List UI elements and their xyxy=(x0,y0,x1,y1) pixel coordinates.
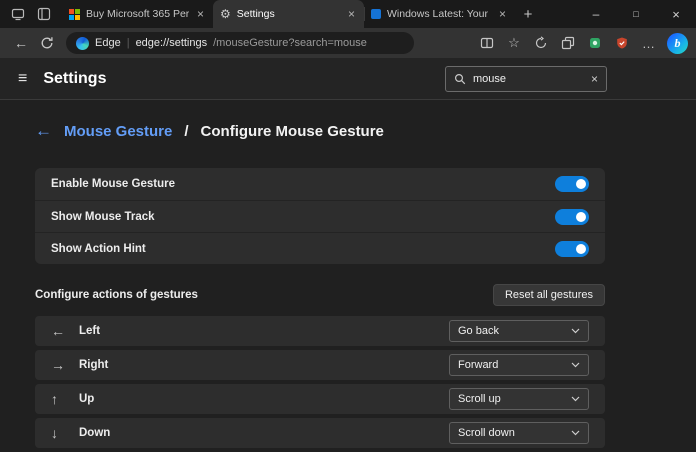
tab-label: Settings xyxy=(237,8,340,20)
gesture-actions-section-header: Configure actions of gestures Reset all … xyxy=(35,282,605,308)
chevron-down-icon xyxy=(571,430,580,436)
badge-separator: | xyxy=(127,37,130,49)
url-host: edge://settings xyxy=(136,37,208,49)
gesture-row-right: → Right Forward xyxy=(35,350,605,380)
clear-search-icon[interactable]: × xyxy=(591,72,598,86)
menu-icon[interactable]: ≡ xyxy=(18,70,27,88)
enable-mouse-gesture-toggle[interactable] xyxy=(555,176,589,192)
minimize-button[interactable]: – xyxy=(576,0,616,28)
gesture-up-action-dropdown[interactable]: Scroll up xyxy=(449,388,589,410)
dropdown-value: Forward xyxy=(458,359,498,371)
toggle-knob xyxy=(576,212,586,222)
toggle-knob xyxy=(576,244,586,254)
tab-label: Buy Microsoft 365 Personal (f xyxy=(86,8,189,20)
toggle-row-show-action-hint: Show Action Hint xyxy=(35,232,605,264)
arrow-right-icon: → xyxy=(51,357,79,373)
gesture-left-action-dropdown[interactable]: Go back xyxy=(449,320,589,342)
gesture-action-list: ← Left Go back → Right Forward ↑ Up Scro… xyxy=(35,316,640,448)
page-title: Settings xyxy=(43,70,106,88)
refresh-button[interactable] xyxy=(34,31,60,55)
tab-settings[interactable]: ⚙ Settings × xyxy=(213,0,364,28)
gesture-direction-label: Right xyxy=(79,359,108,371)
gesture-toggles-card: Enable Mouse Gesture Show Mouse Track Sh… xyxy=(35,168,605,264)
dropdown-value: Scroll down xyxy=(458,427,515,439)
gesture-direction-label: Up xyxy=(79,393,94,405)
breadcrumb: ← Mouse Gesture / Configure Mouse Gestur… xyxy=(35,120,640,142)
arrow-down-icon: ↓ xyxy=(51,425,79,441)
tab-buy-microsoft-365[interactable]: Buy Microsoft 365 Personal (f × xyxy=(62,0,213,28)
gesture-row-up: ↑ Up Scroll up xyxy=(35,384,605,414)
split-screen-icon[interactable] xyxy=(474,31,500,55)
browser-navbar: ← Edge | edge://settings/mouseGesture?se… xyxy=(0,28,696,58)
tab-close-icon[interactable]: × xyxy=(346,7,357,21)
toggle-label: Enable Mouse Gesture xyxy=(51,178,175,190)
site-badge: Edge xyxy=(95,37,121,49)
breadcrumb-parent-link[interactable]: Mouse Gesture xyxy=(64,123,172,140)
gesture-down-action-dropdown[interactable]: Scroll down xyxy=(449,422,589,444)
web-capture-icon[interactable] xyxy=(528,31,554,55)
settings-content: ← Mouse Gesture / Configure Mouse Gestur… xyxy=(0,120,640,448)
back-button[interactable]: ← xyxy=(8,31,34,55)
microsoft-logo-icon xyxy=(69,9,80,20)
more-menu-icon[interactable]: … xyxy=(636,31,662,55)
address-bar[interactable]: Edge | edge://settings/mouseGesture?sear… xyxy=(66,32,414,54)
url-path: /mouseGesture?search=mouse xyxy=(213,37,367,49)
tab-label: Windows Latest: Your Source xyxy=(387,8,491,20)
bing-copilot-icon[interactable]: b xyxy=(667,33,688,54)
breadcrumb-current: Configure Mouse Gesture xyxy=(201,123,384,140)
extension-green-icon[interactable] xyxy=(582,31,608,55)
close-button[interactable]: × xyxy=(656,0,696,28)
tab-strip: Buy Microsoft 365 Personal (f × ⚙ Settin… xyxy=(62,0,541,28)
gesture-row-left: ← Left Go back xyxy=(35,316,605,346)
toggle-label: Show Mouse Track xyxy=(51,211,155,223)
gesture-direction-label: Left xyxy=(79,325,100,337)
favorites-icon[interactable]: ☆ xyxy=(501,31,527,55)
reset-all-gestures-button[interactable]: Reset all gestures xyxy=(493,284,605,306)
breadcrumb-separator: / xyxy=(184,123,188,140)
gesture-right-action-dropdown[interactable]: Forward xyxy=(449,354,589,376)
arrow-up-icon: ↑ xyxy=(51,391,79,407)
toolbar-icons: ☆ … b xyxy=(474,31,688,55)
browser-titlebar: Buy Microsoft 365 Personal (f × ⚙ Settin… xyxy=(0,0,696,28)
arrow-left-icon: ← xyxy=(51,323,79,339)
show-action-hint-toggle[interactable] xyxy=(555,241,589,257)
window-controls: – □ × xyxy=(576,0,696,28)
titlebar-left-icons xyxy=(0,0,56,28)
gesture-row-down: ↓ Down Scroll down xyxy=(35,418,605,448)
settings-gear-icon: ⚙ xyxy=(220,7,231,21)
collections-icon[interactable] xyxy=(555,31,581,55)
tab-close-icon[interactable]: × xyxy=(497,7,508,21)
toggle-row-enable-mouse-gesture: Enable Mouse Gesture xyxy=(35,168,605,200)
edge-logo-icon xyxy=(76,37,89,50)
tab-close-icon[interactable]: × xyxy=(195,7,206,21)
search-icon xyxy=(454,73,466,85)
gesture-direction-label: Down xyxy=(79,427,110,439)
chevron-down-icon xyxy=(571,328,580,334)
settings-search-input[interactable] xyxy=(473,73,569,85)
vertical-tabs-icon[interactable] xyxy=(32,3,56,25)
dropdown-value: Scroll up xyxy=(458,393,501,405)
breadcrumb-back-icon[interactable]: ← xyxy=(35,121,52,141)
chevron-down-icon xyxy=(571,362,580,368)
settings-search-box[interactable]: × xyxy=(445,66,607,92)
tab-windows-latest[interactable]: Windows Latest: Your Source × xyxy=(364,0,515,28)
chevron-down-icon xyxy=(571,396,580,402)
toggle-row-show-mouse-track: Show Mouse Track xyxy=(35,200,605,232)
dropdown-value: Go back xyxy=(458,325,499,337)
workspaces-icon[interactable] xyxy=(6,3,30,25)
section-title: Configure actions of gestures xyxy=(35,289,198,301)
show-mouse-track-toggle[interactable] xyxy=(555,209,589,225)
toggle-label: Show Action Hint xyxy=(51,243,146,255)
site-favicon-icon xyxy=(371,9,381,19)
settings-header: ≡ Settings × xyxy=(0,58,696,100)
maximize-button[interactable]: □ xyxy=(616,0,656,28)
extension-shield-icon[interactable] xyxy=(609,31,635,55)
new-tab-button[interactable]: + xyxy=(515,0,541,28)
toggle-knob xyxy=(576,179,586,189)
